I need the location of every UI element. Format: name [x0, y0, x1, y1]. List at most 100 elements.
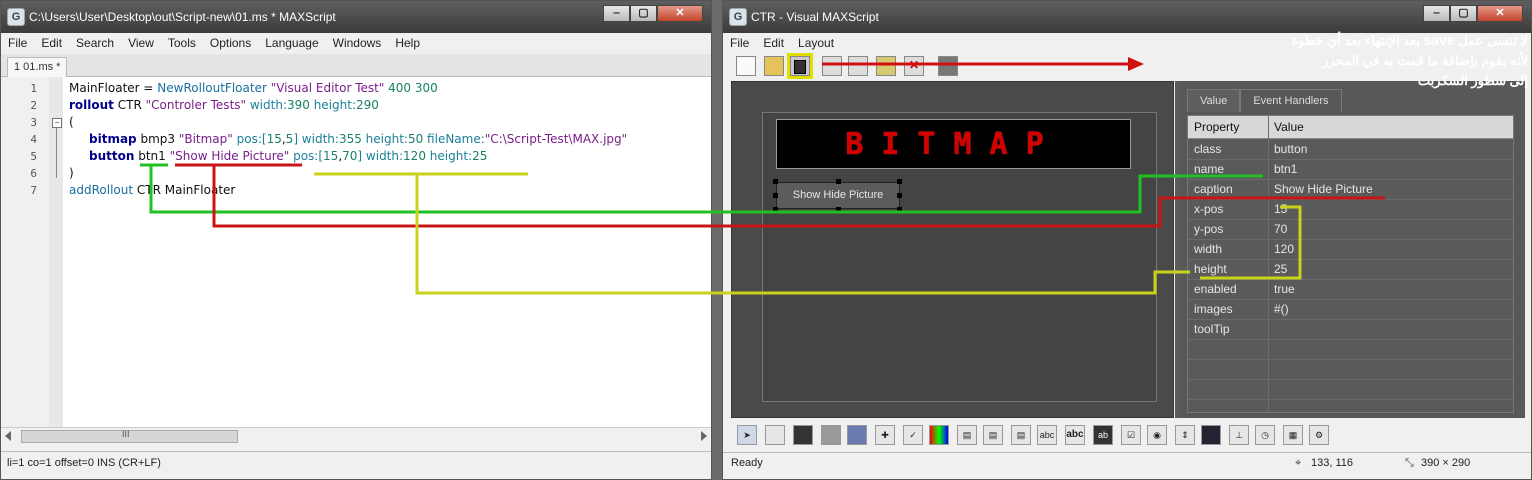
property-row[interactable]: enabled true: [1188, 279, 1513, 300]
visual-titlebar[interactable]: G CTR - Visual MAXScript ‒ ▢ ✕: [723, 1, 1531, 33]
horizontal-scrollbar[interactable]: III: [1, 427, 711, 444]
dropdown-tool-icon[interactable]: ▤: [983, 425, 1003, 445]
maxscript-logo-icon: G: [729, 8, 747, 26]
grid-header: Property Value: [1188, 116, 1513, 139]
spinner-tool-icon[interactable]: ⇕: [1175, 425, 1195, 445]
menu-windows[interactable]: Windows: [326, 36, 389, 50]
maximize-button[interactable]: ▢: [1450, 5, 1477, 22]
line-number: 5: [30, 150, 37, 163]
bitmap-control[interactable]: BITMAP: [776, 119, 1131, 169]
property-row[interactable]: width 120: [1188, 239, 1513, 260]
show-hide-picture-button[interactable]: Show Hide Picture: [776, 182, 900, 209]
editor-menubar: File Edit Search View Tools Options Lang…: [1, 33, 711, 53]
code-line-5: button btn1 "Show Hide Picture" pos:[15,…: [89, 149, 488, 163]
note-line-2: لأنه يقوم بإضافة ما قمت به في المحرر: [1322, 53, 1528, 68]
property-row[interactable]: images #(): [1188, 299, 1513, 320]
line-number: 1: [30, 82, 37, 95]
materialbutton-tool-icon[interactable]: [847, 425, 867, 445]
new-file-icon[interactable]: [736, 56, 756, 76]
menu-search[interactable]: Search: [69, 36, 121, 50]
code-line-4: bitmap bmp3 "Bitmap" pos:[15,5] width:35…: [89, 132, 628, 146]
property-row[interactable]: x-pos 15: [1188, 199, 1513, 220]
line-number: 2: [30, 99, 37, 112]
combobox-tool-icon[interactable]: ▤: [957, 425, 977, 445]
resize-handle[interactable]: [897, 193, 902, 198]
select-arrow-icon[interactable]: ➤: [737, 425, 757, 445]
resize-handle[interactable]: [836, 207, 841, 212]
code-line-7: addRollout CTR MainFloater: [69, 183, 236, 197]
line-number: 7: [30, 184, 37, 197]
scroll-grip-icon: III: [122, 429, 130, 439]
note-line-3: إلى سطور السكربت: [1417, 73, 1528, 88]
resize-handle[interactable]: [897, 179, 902, 184]
tab-value[interactable]: Value: [1187, 89, 1241, 112]
maxscript-editor-window: G C:\Users\User\Desktop\out\Script-new\0…: [0, 0, 712, 480]
copy-icon[interactable]: [848, 56, 868, 76]
progressbar-tool-icon[interactable]: [1201, 425, 1221, 445]
property-row[interactable]: toolTip: [1188, 319, 1513, 340]
rollout-preview: BITMAP Show Hide Picture: [762, 112, 1157, 402]
paste-icon[interactable]: [876, 56, 896, 76]
label-tool-icon[interactable]: abc: [1065, 425, 1085, 445]
resize-handle[interactable]: [773, 179, 778, 184]
checkbutton-tool-icon[interactable]: ✓: [903, 425, 923, 445]
menu-language[interactable]: Language: [258, 36, 325, 50]
scroll-right-icon[interactable]: [701, 431, 707, 441]
rollout-size: 390 × 290: [1421, 457, 1471, 469]
menu-edit[interactable]: Edit: [34, 36, 69, 50]
close-button[interactable]: ✕: [657, 5, 703, 22]
property-row[interactable]: y-pos 70: [1188, 219, 1513, 240]
minimize-button[interactable]: ‒: [603, 5, 630, 22]
code-editor[interactable]: 1 2 3 4 5 6 7 − MainFloater = NewRollout…: [1, 77, 711, 427]
open-folder-icon[interactable]: [764, 56, 784, 76]
line-number: 4: [30, 133, 37, 146]
bitmap-tool-icon[interactable]: [765, 425, 785, 445]
cut-icon[interactable]: [822, 56, 842, 76]
scroll-thumb[interactable]: III: [21, 429, 238, 443]
timer-tool-icon[interactable]: ◷: [1255, 425, 1275, 445]
close-button[interactable]: ✕: [1477, 5, 1523, 22]
menu-layout[interactable]: Layout: [791, 36, 841, 50]
layout-canvas[interactable]: BITMAP Show Hide Picture: [731, 81, 1174, 418]
menu-options[interactable]: Options: [203, 36, 258, 50]
property-row[interactable]: height 25: [1188, 259, 1513, 280]
slider-tool-icon[interactable]: ⊥: [1229, 425, 1249, 445]
menu-help[interactable]: Help: [388, 36, 427, 50]
resize-handle[interactable]: [836, 179, 841, 184]
tab-event-handlers[interactable]: Event Handlers: [1240, 89, 1342, 112]
resize-handle[interactable]: [773, 193, 778, 198]
menu-view[interactable]: View: [121, 36, 161, 50]
mapbutton-tool-icon[interactable]: [821, 425, 841, 445]
groupbox-tool-icon[interactable]: ab: [1093, 425, 1113, 445]
header-value: Value: [1274, 120, 1304, 134]
custom-control-tool-icon[interactable]: ⚙: [1309, 425, 1329, 445]
menu-file[interactable]: File: [723, 36, 756, 50]
status-ready: Ready: [731, 457, 763, 469]
property-row[interactable]: class button: [1188, 139, 1513, 160]
editor-titlebar[interactable]: G C:\Users\User\Desktop\out\Script-new\0…: [1, 1, 711, 33]
colorpicker-tool-icon[interactable]: [929, 425, 949, 445]
radiobuttons-tool-icon[interactable]: ◉: [1147, 425, 1167, 445]
delete-icon[interactable]: ✕: [904, 56, 924, 76]
activex-tool-icon[interactable]: ▦: [1283, 425, 1303, 445]
fold-toggle-icon[interactable]: −: [52, 118, 62, 128]
property-row[interactable]: caption Show Hide Picture: [1188, 179, 1513, 200]
button-tool-icon[interactable]: [793, 425, 813, 445]
menu-edit[interactable]: Edit: [756, 36, 791, 50]
maximize-button[interactable]: ▢: [630, 5, 657, 22]
save-icon[interactable]: [787, 53, 813, 79]
menu-tools[interactable]: Tools: [161, 36, 203, 50]
resize-handle[interactable]: [897, 207, 902, 212]
menu-file[interactable]: File: [1, 36, 34, 50]
property-row[interactable]: name btn1: [1188, 159, 1513, 180]
edittext-tool-icon[interactable]: abc: [1037, 425, 1057, 445]
pickbutton-tool-icon[interactable]: ✚: [875, 425, 895, 445]
minimize-button[interactable]: ‒: [1423, 5, 1450, 22]
resize-handle[interactable]: [773, 207, 778, 212]
grid-icon[interactable]: [938, 56, 958, 76]
header-property: Property: [1194, 120, 1240, 134]
scroll-left-icon[interactable]: [5, 431, 11, 441]
tab-01-ms[interactable]: 1 01.ms *: [7, 57, 68, 77]
checkbox-tool-icon[interactable]: ☑: [1121, 425, 1141, 445]
listbox-tool-icon[interactable]: ▤: [1011, 425, 1031, 445]
